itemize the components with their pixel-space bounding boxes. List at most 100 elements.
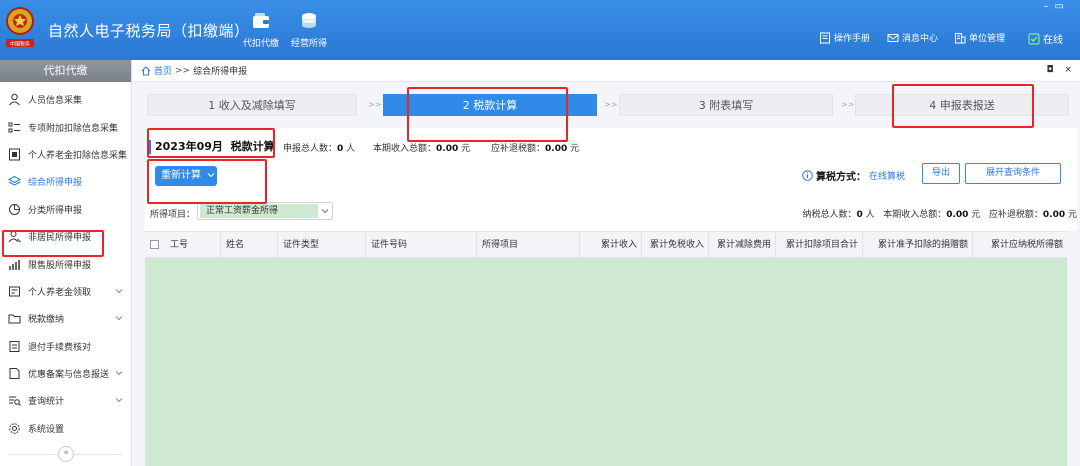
sidebar-item-label: 专项附加扣除信息采集 xyxy=(28,123,119,134)
col-id-type[interactable]: 证件类型 xyxy=(277,232,365,259)
sidebar-item-label: 人员信息采集 xyxy=(28,96,83,107)
col-cum-donation[interactable]: 累计准予扣除的捐赠额 xyxy=(862,232,972,259)
summary-label: 纳税总人数： xyxy=(802,210,857,220)
online-status-label: 在线 xyxy=(1043,35,1063,46)
sidebar-title: 代扣代缴 xyxy=(0,60,131,82)
window-controls[interactable]: –▭ xyxy=(1044,1,1070,12)
sidebar-item[interactable]: 系统设置 xyxy=(0,415,131,442)
link-manual[interactable]: 操作手册 xyxy=(819,31,870,44)
main-area: 首页 >> 综合所得申报 ◘ × 1 收入及减除填写 >> 2 税款计算 >> … xyxy=(133,60,1080,466)
col-cum-deduction-expense[interactable]: 累计减除费用 xyxy=(708,232,775,259)
recalculate-label: 重新计算 xyxy=(161,170,201,181)
document-icon xyxy=(9,368,20,380)
user-outline-icon xyxy=(8,231,21,243)
stat-unit: 元 xyxy=(567,144,580,154)
sidebar: 代扣代缴 人员信息采集专项附加扣除信息采集个人养老金扣除信息采集 综合所得申报 分类… xyxy=(0,60,132,466)
receipt-icon xyxy=(9,340,20,352)
step-attachment[interactable]: 3 附表填写 xyxy=(619,94,833,116)
income-item-select[interactable]: 正常工资薪金所得 xyxy=(197,202,333,220)
stat-value: 0.00 xyxy=(436,144,459,154)
step-separator: >> xyxy=(368,100,382,109)
tax-mode-label: 算税方式： xyxy=(816,172,866,183)
list-icon xyxy=(8,122,20,133)
sidebar-item-label: 个人养老金领取 xyxy=(28,287,92,298)
nav-business-income[interactable]: 经营所得 xyxy=(284,12,334,49)
stat-income-total: 本期收入总额：0.00 元 xyxy=(373,141,470,154)
chevron-down-icon xyxy=(115,316,123,321)
bar-signal-icon xyxy=(9,259,20,270)
stat-unit: 元 xyxy=(458,144,471,154)
sidebar-item[interactable]: 非居民所得申报 xyxy=(0,223,131,250)
link-manual-label: 操作手册 xyxy=(834,34,871,44)
sidebar-item[interactable]: 限售股所得申报 xyxy=(0,250,131,277)
sidebar-item[interactable]: 个人养老金扣除信息采集 xyxy=(0,141,131,168)
col-income-item[interactable]: 所得项目 xyxy=(476,232,579,259)
sidebar-item[interactable]: 分类所得申报 xyxy=(0,196,131,223)
vertical-scrollbar[interactable] xyxy=(1067,231,1077,466)
link-messages-label: 消息中心 xyxy=(902,34,939,44)
recalculate-button[interactable]: 重新计算 xyxy=(155,166,217,186)
building-icon xyxy=(955,32,966,43)
sidebar-item[interactable]: 专项附加扣除信息采集 xyxy=(0,113,131,140)
breadcrumb-home[interactable]: 首页 xyxy=(154,64,172,77)
maximize-icon[interactable]: ▭ xyxy=(1055,1,1070,12)
nav-withholding[interactable]: 代扣代缴 xyxy=(236,12,286,49)
select-all-checkbox[interactable] xyxy=(145,232,165,259)
layers-icon xyxy=(8,176,21,186)
link-unit-management-label: 单位管理 xyxy=(969,34,1006,44)
person-icon xyxy=(9,93,20,106)
sidebar-item[interactable]: 税款缴纳 xyxy=(0,305,131,332)
sidebar-item[interactable]: 综合所得申报 xyxy=(0,168,131,195)
col-cum-taxable-income[interactable]: 累计应纳税所得额 xyxy=(972,232,1067,259)
stat-tax-payable: 应补退税额：0.00 元 xyxy=(491,141,579,154)
sidebar-item[interactable]: 个人养老金领取 xyxy=(0,278,131,305)
sidebar-item[interactable]: 人员信息采集 xyxy=(0,86,131,113)
step-income-deduction[interactable]: 1 收入及减除填写 xyxy=(147,94,357,116)
link-unit-management[interactable]: 单位管理 xyxy=(954,31,1005,44)
tax-bureau-emblem-logo: 中国税务 xyxy=(6,7,34,48)
col-name[interactable]: 姓名 xyxy=(220,232,277,259)
chevron-down-icon xyxy=(115,398,123,403)
sidebar-item-label: 查询统计 xyxy=(28,397,65,408)
summary-value: 0.00 xyxy=(946,210,969,220)
stat-label: 应补退税额： xyxy=(491,144,546,154)
col-id-number[interactable]: 证件号码 xyxy=(365,232,476,259)
checkbox-box[interactable] xyxy=(150,240,159,249)
sidebar-item[interactable]: 优惠备案与信息报送 xyxy=(0,360,131,387)
sidebar-item[interactable]: 查询统计 xyxy=(0,387,131,414)
wallet-icon xyxy=(253,13,269,28)
sidebar-item-label: 限售股所得申报 xyxy=(28,260,92,271)
sidebar-menu: 人员信息采集专项附加扣除信息采集个人养老金扣除信息采集 综合所得申报 分类所得申报非… xyxy=(0,86,131,442)
col-cum-exempt-income[interactable]: 累计免税收入 xyxy=(641,232,708,259)
minimize-icon[interactable]: – xyxy=(1044,1,1055,12)
col-cum-income[interactable]: 累计收入 xyxy=(579,232,641,259)
home-icon xyxy=(141,65,151,75)
sidebar-item-label: 非居民所得申报 xyxy=(28,233,92,244)
app-title: 自然人电子税务局（扣缴端） xyxy=(48,22,250,40)
col-employee-no[interactable]: 工号 xyxy=(165,232,220,259)
coins-icon xyxy=(302,13,316,28)
info-icon xyxy=(802,170,813,181)
chevron-down-icon xyxy=(115,288,123,293)
table-header: 工号 姓名 证件类型 证件号码 所得项目 累计收入 累计免税收入 累计减除费用 … xyxy=(145,231,1077,259)
sidebar-item[interactable]: 退付手续费核对 xyxy=(0,333,131,360)
summary-label: 应补退税额： xyxy=(988,210,1043,220)
collapse-sidebar-button[interactable]: « xyxy=(58,446,74,462)
folder-icon xyxy=(8,314,21,324)
mail-icon xyxy=(887,33,899,42)
export-button[interactable]: 导出 xyxy=(922,163,960,184)
expand-query-button[interactable]: 展开查询条件 xyxy=(965,163,1061,184)
summary-unit: 元 xyxy=(968,210,981,220)
chevron-down-icon xyxy=(321,209,329,214)
top-header: 中国税务 自然人电子税务局（扣缴端） 代扣代缴 经营所得 操作手册 消息中心 单… xyxy=(0,0,1080,60)
chevron-down-icon xyxy=(115,371,123,376)
link-messages[interactable]: 消息中心 xyxy=(887,31,938,44)
online-status[interactable]: 在线 xyxy=(1028,31,1063,46)
pension-doc-icon xyxy=(9,148,20,161)
step-submit[interactable]: 4 申报表报送 xyxy=(855,94,1069,116)
tab-controls[interactable]: ◘ × xyxy=(1046,65,1076,75)
sidebar-item-label: 优惠备案与信息报送 xyxy=(28,370,110,381)
tax-mode-value[interactable]: 在线算税 xyxy=(869,169,905,182)
col-cum-deduction-total[interactable]: 累计扣除项目合计 xyxy=(775,232,862,259)
step-tax-calculation[interactable]: 2 税款计算 xyxy=(383,94,597,116)
